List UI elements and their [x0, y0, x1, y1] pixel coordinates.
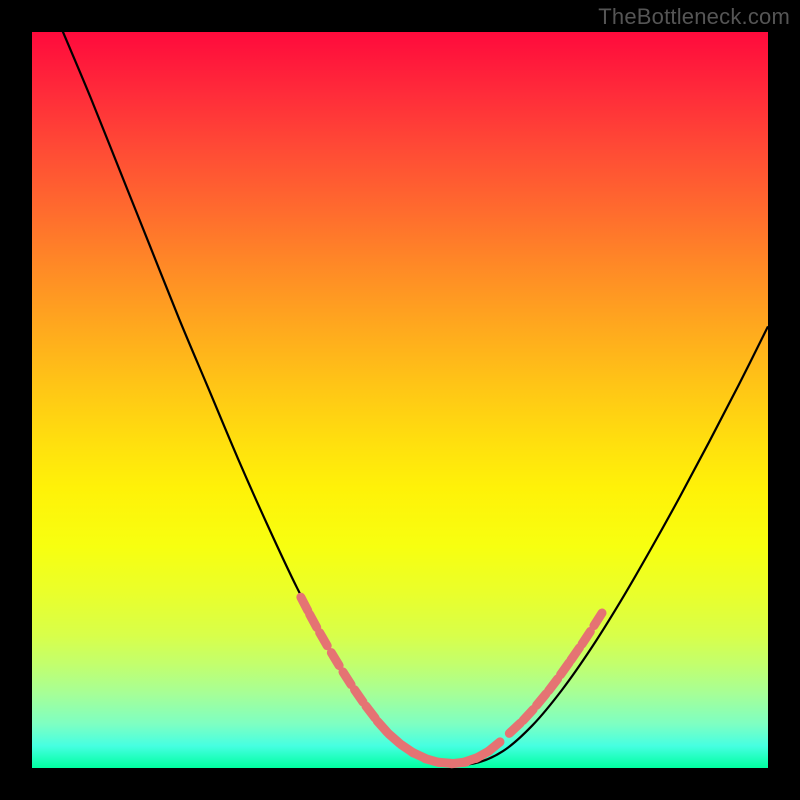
- curve-marker: [343, 672, 351, 685]
- curve-marker: [310, 614, 317, 627]
- outer-frame: TheBottleneck.com: [0, 0, 800, 800]
- curve-marker: [488, 742, 500, 752]
- curve-marker: [331, 653, 339, 666]
- curve-marker: [571, 648, 580, 660]
- watermark-text: TheBottleneck.com: [598, 4, 790, 30]
- curve-marker: [366, 706, 375, 718]
- chart-svg: [32, 32, 768, 768]
- curve-marker: [549, 679, 558, 691]
- curve-marker: [537, 694, 547, 706]
- curve-marker: [320, 633, 327, 646]
- curve-marker: [523, 710, 533, 721]
- curve-marker: [509, 723, 520, 733]
- curve-marker: [561, 663, 570, 675]
- marker-layer: [301, 597, 602, 764]
- bottleneck-curve: [32, 0, 768, 765]
- curve-marker: [594, 613, 602, 626]
- curve-marker: [301, 597, 308, 610]
- curve-marker: [582, 631, 590, 644]
- curve-marker: [355, 690, 364, 702]
